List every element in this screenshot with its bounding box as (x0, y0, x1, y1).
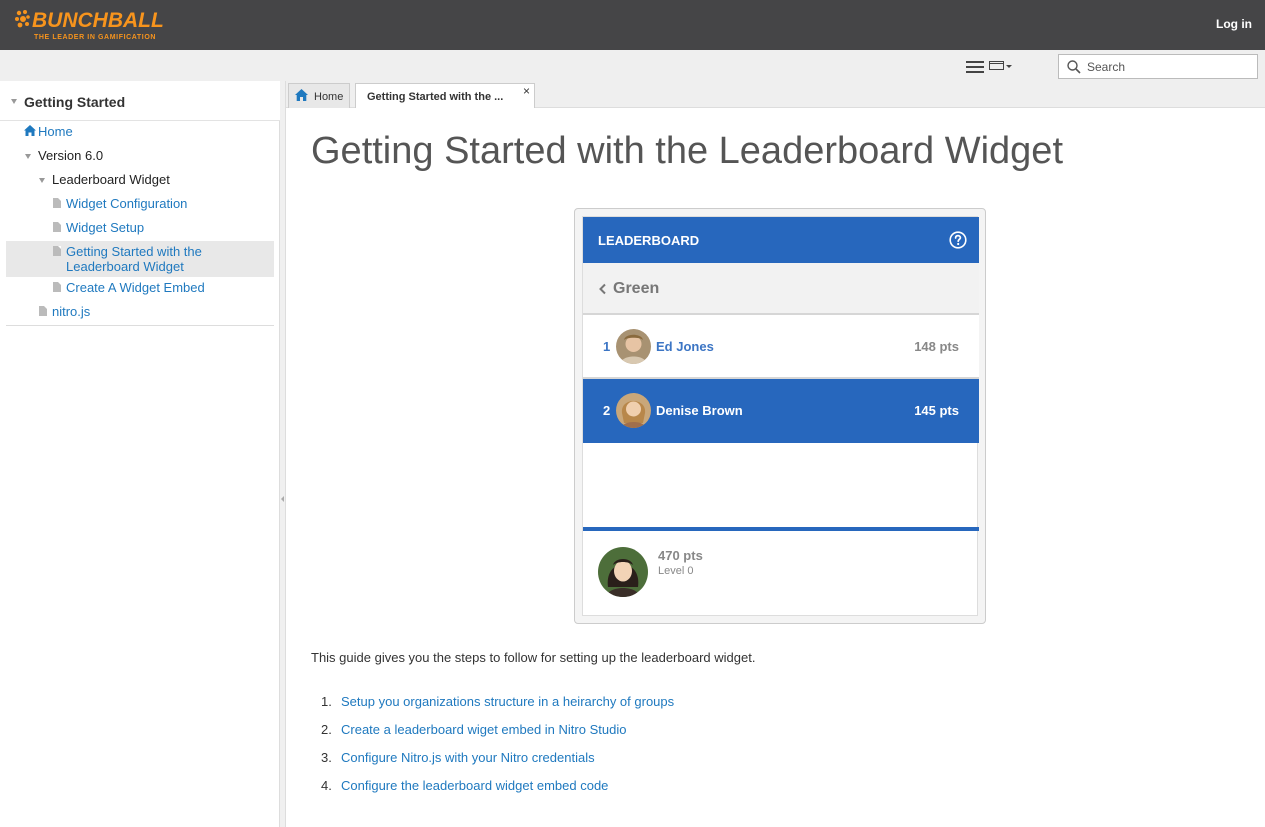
tab-getting-started-label: Getting Started with the ... (367, 91, 504, 103)
leaderboard-row[interactable]: 1 Ed Jones 148 pts (583, 315, 979, 379)
help-icon[interactable] (949, 231, 967, 249)
leaderboard-widget: LEADERBOARD Green 1 Ed Jones 148 pts 2 D… (582, 216, 979, 616)
main-content: Getting Started with the Leaderboard Wid… (287, 108, 1265, 827)
tab-getting-started[interactable]: Getting Started with the ... × (355, 83, 535, 109)
step-number: 2. (321, 722, 332, 737)
toolbar (0, 50, 1265, 81)
sidebar-item-home[interactable]: Home (38, 124, 73, 139)
sidebar-item-nitro-js[interactable]: nitro.js (52, 304, 90, 319)
sidebar-divider (6, 325, 274, 326)
tab-bar: Home Getting Started with the ... × (286, 81, 1265, 109)
current-user-points: 470 pts (658, 548, 703, 563)
document-icon (53, 198, 61, 208)
expand-arrow-icon[interactable] (39, 178, 45, 183)
top-header: BUNCHBALL THE LEADER IN GAMIFICATION Log… (0, 0, 1265, 50)
intro-text: This guide gives you the steps to follow… (311, 650, 756, 665)
document-icon (39, 306, 47, 316)
sidebar-toc: Getting Started Home Version 6.0 Leaderb… (0, 81, 280, 827)
logo-mark-icon (15, 10, 30, 28)
sidebar-item-version[interactable]: Version 6.0 (38, 148, 103, 163)
list-item: 4. Configure the leaderboard widget embe… (311, 778, 811, 794)
pane-splitter[interactable] (280, 81, 286, 827)
document-icon (53, 282, 61, 292)
collapse-arrow-icon[interactable] (11, 99, 17, 104)
sidebar-title: Getting Started (24, 94, 126, 110)
step-link[interactable]: Configure the leaderboard widget embed c… (341, 778, 608, 793)
search-icon (1067, 60, 1081, 74)
current-user-level: Level 0 (658, 565, 694, 577)
rank: 2 (603, 403, 611, 418)
tab-home-label: Home (314, 91, 344, 103)
sidebar-item-create-widget-embed[interactable]: Create A Widget Embed (66, 280, 205, 295)
list-item: 1. Setup you organizations structure in … (311, 694, 811, 710)
player-points: 145 pts (914, 403, 959, 418)
expand-arrow-icon[interactable] (25, 154, 31, 159)
leaderboard-header: LEADERBOARD (583, 217, 979, 263)
avatar (616, 393, 651, 428)
leaderboard-row-highlighted[interactable]: 2 Denise Brown 145 pts (583, 379, 979, 443)
logo-tagline: THE LEADER IN GAMIFICATION (34, 34, 157, 41)
step-link[interactable]: Create a leaderboard wiget embed in Nitr… (341, 722, 626, 737)
group-name: Green (613, 280, 660, 297)
search-box[interactable] (1058, 54, 1258, 79)
sidebar-item-getting-started[interactable]: Getting Started with the (66, 244, 202, 259)
tab-home[interactable]: Home (288, 83, 350, 108)
list-item: 2. Create a leaderboard wiget embed in N… (311, 722, 811, 738)
sidebar-header[interactable]: Getting Started (0, 81, 280, 121)
logo-wordmark: BUNCHBALL (32, 9, 164, 32)
home-icon (295, 89, 308, 101)
close-icon[interactable]: × (523, 84, 530, 98)
player-name: Ed Jones (656, 339, 714, 354)
group-selector[interactable]: Green (583, 263, 979, 315)
search-input[interactable] (1087, 58, 1252, 75)
hamburger-menu-icon[interactable] (966, 61, 984, 75)
layout-dropdown-icon[interactable] (989, 60, 1013, 72)
step-number: 3. (321, 750, 332, 765)
document-icon (53, 222, 61, 232)
list-item: 3. Configure Nitro.js with your Nitro cr… (311, 750, 811, 766)
sidebar-item-widget-setup[interactable]: Widget Setup (66, 220, 144, 235)
collapse-handle-icon[interactable] (281, 496, 284, 502)
current-user-avatar (598, 547, 648, 597)
avatar (616, 329, 651, 364)
sidebar-item-getting-started-line2[interactable]: Leaderboard Widget (66, 259, 184, 274)
step-number: 1. (321, 694, 332, 709)
sidebar-item-widget-configuration[interactable]: Widget Configuration (66, 196, 187, 211)
leaderboard-divider (583, 527, 979, 531)
player-name: Denise Brown (656, 403, 743, 418)
step-link[interactable]: Setup you organizations structure in a h… (341, 694, 674, 709)
page-title: Getting Started with the Leaderboard Wid… (311, 130, 1064, 172)
bunchball-logo[interactable]: BUNCHBALL THE LEADER IN GAMIFICATION (14, 7, 164, 45)
step-number: 4. (321, 778, 332, 793)
rank: 1 (603, 339, 611, 354)
leaderboard-widget-image: LEADERBOARD Green 1 Ed Jones 148 pts 2 D… (574, 208, 986, 624)
sidebar-item-leaderboard-widget[interactable]: Leaderboard Widget (52, 172, 170, 187)
document-icon (53, 246, 61, 256)
home-icon (24, 125, 36, 136)
leaderboard-title: LEADERBOARD (598, 233, 700, 248)
player-points: 148 pts (914, 339, 959, 354)
step-link[interactable]: Configure Nitro.js with your Nitro crede… (341, 750, 595, 765)
login-link[interactable]: Log in (1216, 17, 1252, 31)
chevron-left-icon[interactable] (598, 283, 608, 295)
